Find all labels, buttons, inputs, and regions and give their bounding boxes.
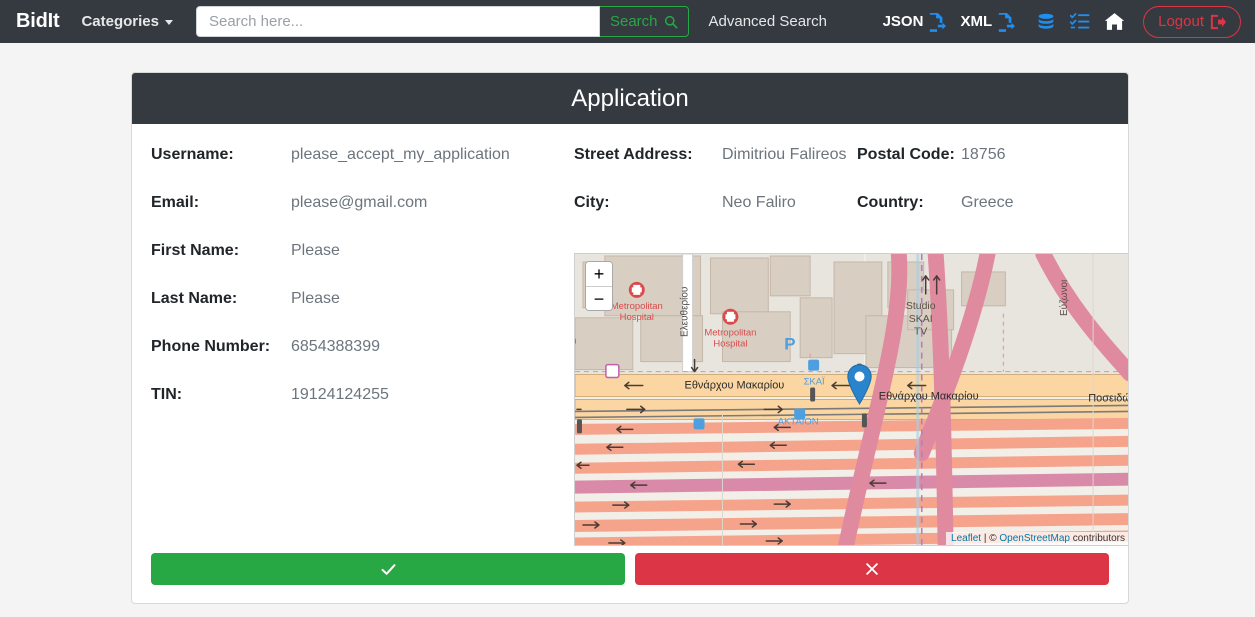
navbar-right-group: JSON XML Logout bbox=[883, 5, 1241, 38]
openstreetmap-link[interactable]: OpenStreetMap bbox=[999, 533, 1070, 544]
export-json-button[interactable]: JSON bbox=[883, 12, 947, 32]
field-value: 19124124255 bbox=[291, 386, 389, 403]
nav-categories-dropdown[interactable]: Categories bbox=[81, 13, 173, 30]
attrib-suffix: contributors bbox=[1069, 533, 1125, 544]
application-grid: Username: please_accept_my_application E… bbox=[151, 146, 1128, 546]
field-label-country: Country: bbox=[857, 194, 924, 211]
search-button-label: Search bbox=[609, 13, 658, 30]
right-details-column: Street Address: Dimitriou Falireos Posta… bbox=[574, 146, 1129, 546]
advanced-search-link[interactable]: Advanced Search bbox=[709, 13, 827, 30]
home-icon bbox=[1104, 13, 1124, 30]
logout-label: Logout bbox=[1158, 13, 1204, 30]
application-card: Application Username: please_accept_my_a… bbox=[131, 72, 1129, 604]
svg-text:ΑΚΤΑΙΟΝ: ΑΚΤΑΙΟΝ bbox=[778, 416, 819, 427]
attrib-separator: | © bbox=[981, 533, 1000, 544]
home-button[interactable] bbox=[1097, 7, 1131, 37]
hospital-marker-icon bbox=[628, 281, 645, 298]
svg-text:itan: itan bbox=[575, 336, 577, 347]
svg-text:Ελευθερίου: Ελευθερίου bbox=[680, 287, 691, 337]
brand-logo[interactable]: BidIt bbox=[16, 10, 60, 33]
field-label: First Name: bbox=[151, 242, 240, 259]
map-attribution: Leaflet | © OpenStreetMap contributors bbox=[946, 532, 1128, 545]
export-json-label: JSON bbox=[882, 13, 924, 30]
map-zoom-in-button[interactable]: + bbox=[586, 262, 612, 286]
sign-out-icon bbox=[1210, 14, 1226, 29]
left-details-column: Username: please_accept_my_application E… bbox=[151, 146, 574, 546]
svg-text:Studio: Studio bbox=[906, 301, 936, 312]
svg-text:Εύζωνοι: Εύζωνοι bbox=[1059, 280, 1070, 316]
field-value-postal-code: 18756 bbox=[961, 146, 1006, 163]
field-first-name: First Name: Please bbox=[151, 242, 574, 290]
export-xml-label: XML bbox=[960, 13, 993, 30]
my-listings-button[interactable] bbox=[1063, 7, 1097, 37]
page-title: Application bbox=[132, 73, 1128, 124]
field-value-country: Greece bbox=[961, 194, 1014, 211]
svg-text:SKAI: SKAI bbox=[909, 314, 933, 325]
database-icon bbox=[1038, 13, 1054, 29]
field-label-city: City: bbox=[574, 194, 610, 211]
list-check-icon bbox=[1070, 13, 1090, 29]
field-value: 6854388399 bbox=[291, 338, 380, 355]
application-actions bbox=[151, 553, 1109, 585]
field-value: Please bbox=[291, 290, 340, 307]
map-zoom-out-button[interactable]: − bbox=[586, 286, 612, 310]
svg-text:TV: TV bbox=[914, 327, 927, 338]
hospital-marker-icon bbox=[722, 308, 739, 325]
field-value: please_accept_my_application bbox=[291, 146, 510, 163]
file-export-icon bbox=[930, 12, 947, 32]
field-value-city: Neo Faliro bbox=[722, 194, 796, 211]
logout-button[interactable]: Logout bbox=[1143, 5, 1241, 38]
field-label: Email: bbox=[151, 194, 200, 211]
field-label-postal-code: Postal Code: bbox=[857, 146, 955, 163]
leaflet-link[interactable]: Leaflet bbox=[951, 533, 981, 544]
field-label: Username: bbox=[151, 146, 234, 163]
chevron-down-icon bbox=[164, 20, 173, 25]
check-icon bbox=[381, 563, 395, 575]
svg-text:ΣΚΑΪ: ΣΚΑΪ bbox=[804, 377, 825, 388]
database-button[interactable] bbox=[1029, 7, 1063, 37]
map-zoom-controls: + − bbox=[585, 261, 613, 311]
file-export-icon bbox=[998, 12, 1016, 32]
export-xml-button[interactable]: XML bbox=[960, 12, 1016, 32]
search-icon bbox=[664, 15, 677, 28]
svg-text:P: P bbox=[784, 335, 795, 354]
field-username: Username: please_accept_my_application bbox=[151, 146, 574, 194]
field-city-country-row: City: Neo Faliro Country: Greece bbox=[574, 194, 1128, 242]
field-label-street-address: Street Address: bbox=[574, 146, 693, 163]
application-body: Username: please_accept_my_application E… bbox=[132, 124, 1128, 603]
svg-text:Εθνάρχου Μακαρίου: Εθνάρχου Μακαρίου bbox=[685, 380, 785, 392]
svg-text:Metropolitan: Metropolitan bbox=[611, 301, 663, 312]
field-label: TIN: bbox=[151, 386, 183, 403]
search-form: Search bbox=[195, 6, 689, 37]
svg-text:Εθνάρχου Μακαρίου: Εθνάρχου Μακαρίου bbox=[879, 390, 979, 402]
field-value: Please bbox=[291, 242, 340, 259]
field-label: Last Name: bbox=[151, 290, 238, 307]
svg-text:Ποσειδώνος: Ποσειδώνος bbox=[1088, 392, 1129, 404]
field-email: Email: please@gmail.com bbox=[151, 194, 574, 242]
reject-application-button[interactable] bbox=[635, 553, 1109, 585]
search-button[interactable]: Search bbox=[599, 6, 689, 37]
field-value: please@gmail.com bbox=[291, 194, 428, 211]
nav-categories-label: Categories bbox=[81, 13, 159, 30]
svg-text:Hospital: Hospital bbox=[713, 339, 747, 350]
map-pin-icon[interactable] bbox=[847, 364, 872, 405]
field-street-postal-row: Street Address: Dimitriou Falireos Posta… bbox=[574, 146, 1128, 194]
accept-application-button[interactable] bbox=[151, 553, 625, 585]
field-label: Phone Number: bbox=[151, 338, 271, 355]
field-last-name: Last Name: Please bbox=[151, 290, 574, 338]
location-map[interactable]: P Metropolitan Hospital Metropolitan Hos… bbox=[574, 253, 1129, 546]
field-phone-number: Phone Number: 6854388399 bbox=[151, 338, 574, 386]
top-navbar: BidIt Categories Search Advanced Search … bbox=[0, 0, 1255, 43]
field-tin: TIN: 19124124255 bbox=[151, 386, 574, 434]
svg-text:Metropolitan: Metropolitan bbox=[704, 328, 756, 339]
times-icon bbox=[866, 563, 878, 575]
search-input[interactable] bbox=[195, 6, 600, 37]
svg-text:Hospital: Hospital bbox=[620, 312, 654, 323]
field-value-street-address: Dimitriou Falireos bbox=[722, 146, 847, 163]
